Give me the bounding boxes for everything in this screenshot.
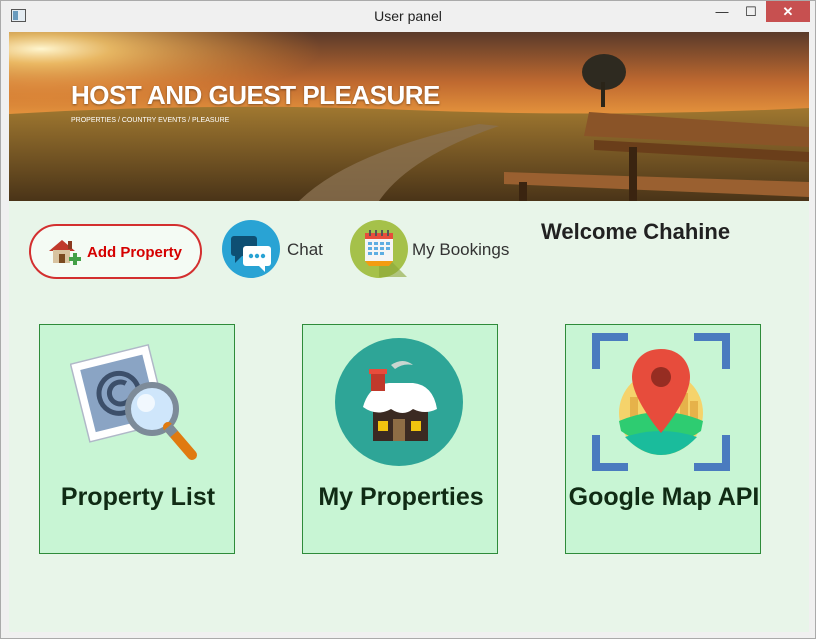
main-panel: HOST AND GUEST PLEASURE PROPERTIES / COU… <box>9 32 809 632</box>
property-list-card[interactable]: Property List <box>39 324 235 554</box>
banner-subtitle: PROPERTIES / COUNTRY EVENTS / PLEASURE <box>71 117 230 124</box>
house-snow-icon <box>335 338 463 466</box>
banner-title: HOST AND GUEST PLEASURE <box>71 80 440 110</box>
calendar-icon <box>350 220 408 278</box>
welcome-message: Welcome Chahine <box>541 219 731 244</box>
map-pin-icon <box>592 333 730 471</box>
add-property-button[interactable]: Add Property <box>29 224 202 279</box>
maximize-button[interactable]: ☐ <box>737 1 765 22</box>
google-map-api-label: Google Map API <box>568 483 760 511</box>
chat-label: Chat <box>287 240 323 259</box>
chat-button[interactable]: Chat <box>221 219 331 279</box>
chat-icon <box>222 220 280 278</box>
copyright-search-icon <box>70 343 197 460</box>
title-bar[interactable]: User panel — ☐ ✕ <box>1 1 815 31</box>
app-window: User panel — ☐ ✕ HOST AND GUEST PLEASURE… <box>0 0 816 639</box>
my-properties-label: My Properties <box>318 483 484 511</box>
close-button[interactable]: ✕ <box>766 1 810 22</box>
window-title: User panel <box>374 8 442 24</box>
house-add-icon <box>47 236 81 273</box>
add-property-label: Add Property <box>87 244 183 261</box>
google-map-api-card[interactable]: Google Map API <box>565 324 761 554</box>
property-list-label: Property List <box>60 483 216 511</box>
my-bookings-button[interactable]: My Bookings <box>349 219 524 279</box>
my-bookings-label: My Bookings <box>412 240 510 259</box>
header-banner: HOST AND GUEST PLEASURE PROPERTIES / COU… <box>9 32 809 201</box>
minimize-button[interactable]: — <box>708 1 736 22</box>
my-properties-card[interactable]: My Properties <box>302 324 498 554</box>
